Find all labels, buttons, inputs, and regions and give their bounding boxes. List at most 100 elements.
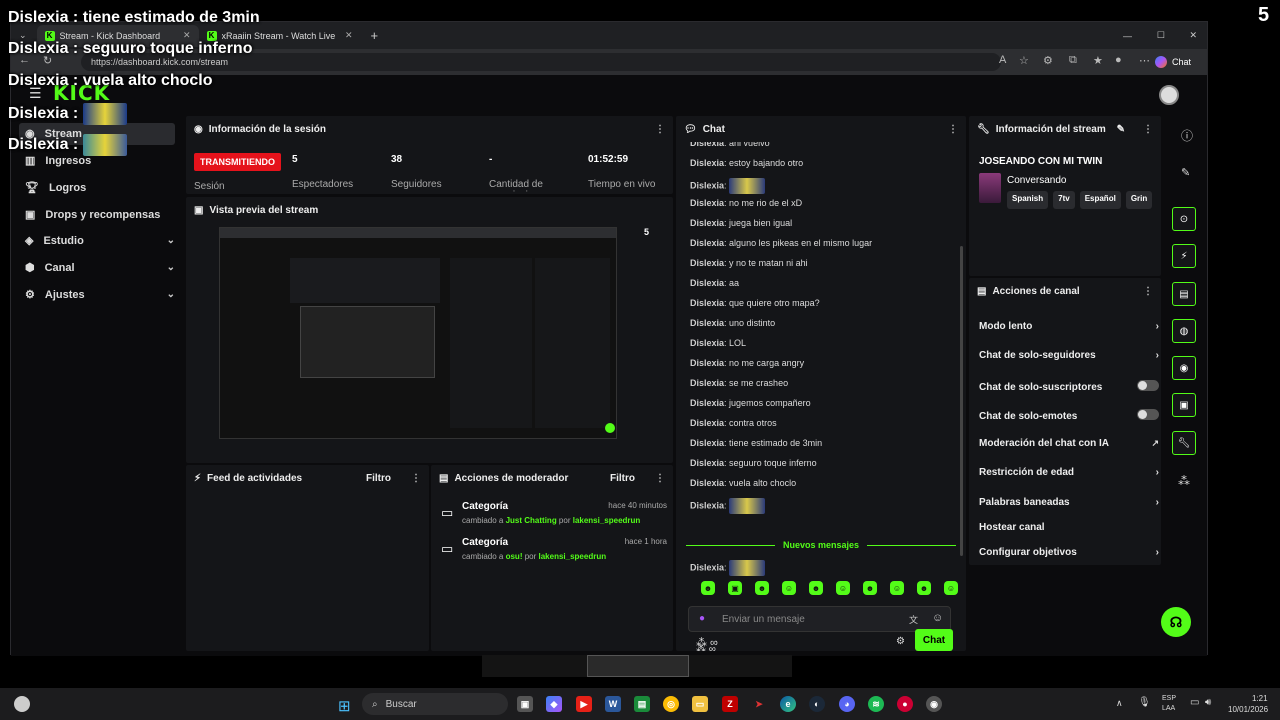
chat-message[interactable]: Dislexia: contra otros: [690, 418, 777, 428]
chat-settings-gear-icon[interactable]: ⚙: [896, 636, 905, 647]
chat-message[interactable]: Dislexia: alguno les pikeas en el mismo …: [690, 238, 872, 248]
start-button-icon[interactable]: ⊞: [338, 697, 351, 715]
more-options-icon[interactable]: ⋮: [1143, 286, 1153, 297]
clock-date[interactable]: 10/01/2026: [1228, 705, 1268, 714]
tag[interactable]: Spanish: [1007, 191, 1049, 209]
chat-message[interactable]: Dislexia:: [690, 178, 766, 194]
stream-preview-video[interactable]: [219, 227, 617, 439]
obs-icon[interactable]: ●: [897, 696, 913, 712]
chat-message[interactable]: Dislexia: vuela alto choclo: [690, 478, 796, 488]
action-slow-mode[interactable]: Modo lento ›: [979, 321, 1159, 332]
emoji-picker-icon[interactable]: ☺: [932, 612, 943, 624]
tag[interactable]: Grin: [1125, 191, 1153, 209]
send-chat-button[interactable]: Chat: [915, 629, 953, 651]
rail-document-button[interactable]: ▤: [1172, 282, 1196, 306]
maximize-icon[interactable]: ☐: [1157, 30, 1165, 41]
chat-message[interactable]: Dislexia: aa: [690, 278, 739, 288]
chat-message[interactable]: Dislexia: tiene estimado de 3min: [690, 438, 822, 448]
support-headset-button[interactable]: ☊: [1161, 607, 1191, 637]
favorites-bar-icon[interactable]: ★: [1093, 54, 1103, 67]
sidebar-item-logros[interactable]: 🏆︎ Logros: [25, 181, 175, 195]
close-window-icon[interactable]: ✕: [1189, 30, 1197, 41]
chat-message[interactable]: Dislexia: LOL: [690, 338, 746, 348]
sidebar-item-estudio[interactable]: ◈ Estudio ⌄: [25, 234, 175, 248]
word-icon[interactable]: W: [605, 696, 621, 712]
chat-message[interactable]: Dislexia:: [690, 560, 766, 576]
filter-button[interactable]: Filtro: [366, 473, 391, 484]
edit-icon[interactable]: ✎: [1181, 166, 1190, 179]
chat-message[interactable]: Dislexia: no me carga angry: [690, 358, 804, 368]
sidebar-item-drops[interactable]: ▣ Drops y recompensas: [25, 208, 175, 222]
chat-message[interactable]: Dislexia: seguuro toque inferno: [690, 458, 817, 468]
action-followers-only[interactable]: Chat de solo-seguidores ›: [979, 350, 1159, 361]
translate-icon[interactable]: 文: [909, 613, 918, 626]
app-icon[interactable]: ◉: [926, 696, 942, 712]
copilot-chat-button[interactable]: Chat: [1147, 53, 1199, 71]
rail-wrench-button[interactable]: 🔧︎: [1172, 431, 1196, 455]
chat-message[interactable]: Dislexia: estoy bajando otro: [690, 158, 803, 168]
clock-time[interactable]: 1:21: [1252, 694, 1268, 703]
minimize-icon[interactable]: —: [1123, 31, 1132, 41]
more-options-icon[interactable]: ⋮: [655, 124, 665, 135]
microphone-icon[interactable]: ●: [699, 613, 705, 624]
language-indicator[interactable]: ESP: [1162, 695, 1176, 702]
info-icon[interactable]: ⓘ: [1181, 127, 1193, 144]
steam-icon[interactable]: ◐: [809, 696, 825, 712]
more-options-icon[interactable]: ⋮: [655, 473, 665, 484]
volume-icon[interactable]: 🔊︎: [1205, 697, 1211, 708]
chat-scrollbar[interactable]: [960, 246, 963, 556]
rail-chat-button[interactable]: ◍: [1172, 319, 1196, 343]
close-tab-icon[interactable]: ✕: [345, 30, 353, 41]
infinity-icon[interactable]: ⁂ ∞: [696, 636, 718, 649]
explorer-icon[interactable]: ▤: [634, 696, 650, 712]
file-explorer-icon[interactable]: ▭: [692, 696, 708, 712]
chat-message[interactable]: Dislexia: se me crasheo: [690, 378, 788, 388]
tag[interactable]: 7tv: [1053, 191, 1075, 209]
more-options-icon[interactable]: ⋮: [1143, 124, 1153, 135]
network-icon[interactable]: ▭: [1190, 697, 1199, 708]
more-options-icon[interactable]: ⋮: [948, 124, 958, 135]
filter-button[interactable]: Filtro: [610, 473, 635, 484]
subscribers-only-toggle[interactable]: [1137, 380, 1159, 391]
filezilla-icon[interactable]: Z: [722, 696, 738, 712]
rail-users-icon[interactable]: ⁂: [1178, 474, 1190, 488]
new-messages-divider[interactable]: Nuevos mensajes: [686, 539, 957, 551]
more-options-icon[interactable]: ⋮: [411, 473, 421, 484]
widgets-icon[interactable]: [14, 696, 30, 712]
action-configure-goals[interactable]: Configurar objetivos ›: [979, 547, 1159, 558]
new-tab-icon[interactable]: +: [371, 28, 379, 43]
edge-icon[interactable]: e: [780, 696, 796, 712]
spotify-icon[interactable]: ≋: [868, 696, 884, 712]
emotes-only-toggle[interactable]: [1137, 409, 1159, 420]
edit-pencil-icon[interactable]: ✎: [1117, 124, 1125, 135]
chat-input[interactable]: ● Enviar un mensaje 文 ☺: [688, 606, 951, 632]
action-age-restriction[interactable]: Restricción de edad ›: [979, 467, 1159, 478]
action-host-channel[interactable]: Hostear canal: [979, 522, 1159, 533]
rail-broadcast-button[interactable]: ◉: [1172, 356, 1196, 380]
game-icon[interactable]: ➤: [751, 696, 767, 712]
tag[interactable]: Español: [1079, 191, 1121, 209]
user-avatar[interactable]: [1159, 85, 1179, 105]
extensions-icon[interactable]: ⚙: [1043, 54, 1053, 67]
rail-scenes-button[interactable]: ▣: [1172, 393, 1196, 417]
favorite-icon[interactable]: ☆: [1019, 54, 1029, 67]
language-indicator-sub[interactable]: LAA: [1162, 705, 1175, 712]
chat-message[interactable]: Dislexia: y no te matan ni ahi: [690, 258, 808, 268]
sidebar-item-canal[interactable]: ⬢ Canal ⌄: [25, 261, 175, 275]
rail-lightning-button[interactable]: ⚡︎: [1172, 244, 1196, 268]
chat-message[interactable]: Dislexia: juega bien igual: [690, 218, 792, 228]
chat-message[interactable]: Dislexia: que quiere otro mapa?: [690, 298, 820, 308]
chat-message[interactable]: Dislexia: uno distinto: [690, 318, 775, 328]
chat-message[interactable]: Dislexia: no me rio de el xD: [690, 198, 802, 208]
task-view-icon[interactable]: ▣: [517, 696, 533, 712]
microphone-tray-icon[interactable]: 🎙︎: [1138, 697, 1151, 708]
read-aloud-icon[interactable]: A: [999, 54, 1006, 66]
chat-message[interactable]: Dislexia:: [690, 498, 766, 514]
discord-icon[interactable]: ◕: [839, 696, 855, 712]
show-hidden-icons[interactable]: ∧: [1116, 698, 1123, 709]
sidebar-item-ajustes[interactable]: ⚙ Ajustes ⌄: [25, 288, 175, 302]
action-ai-moderation[interactable]: Moderación del chat con IA ↗: [979, 438, 1159, 449]
chrome-icon[interactable]: ◎: [663, 696, 679, 712]
profile-avatar-icon[interactable]: ●: [1115, 54, 1122, 66]
taskbar-search[interactable]: ⌕ Buscar: [362, 693, 508, 715]
